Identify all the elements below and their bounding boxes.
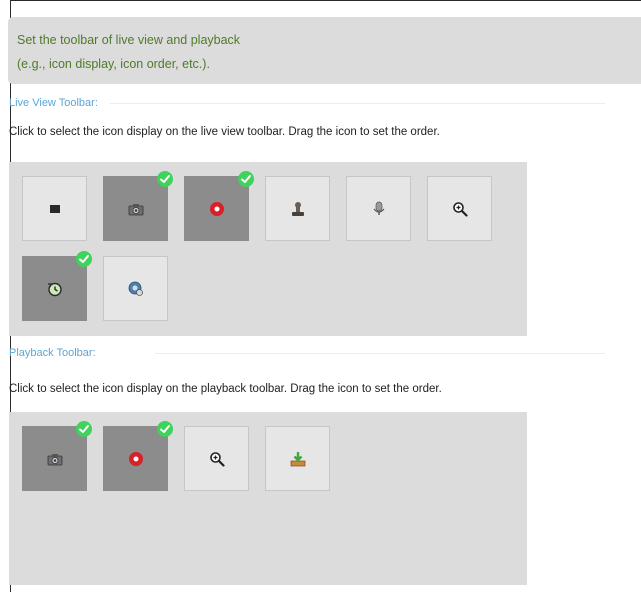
live-view-toolbar-record-button[interactable] bbox=[184, 171, 254, 241]
live-view-toolbar-stamp-button[interactable] bbox=[265, 176, 330, 241]
camera-snapshot-icon bbox=[128, 203, 143, 215]
live-view-toolbar-title: Live View Toolbar: bbox=[9, 97, 98, 109]
live-view-toolbar-microphone-button[interactable] bbox=[346, 176, 411, 241]
playback-toolbar-title: Playback Toolbar: bbox=[9, 347, 96, 359]
playback-toolbar-download-button[interactable] bbox=[265, 426, 330, 491]
hint-line-2: (e.g., icon display, icon order, etc.). bbox=[17, 57, 210, 71]
zoom-in-icon bbox=[209, 451, 225, 467]
live-view-toolbar-camera-snapshot-button[interactable] bbox=[103, 171, 173, 241]
playback-toolbar-camera-snapshot-button[interactable] bbox=[22, 421, 92, 491]
ptz-settings-icon bbox=[128, 281, 143, 296]
selected-check-icon bbox=[157, 171, 173, 187]
zoom-in-icon bbox=[452, 201, 468, 217]
selected-check-icon bbox=[238, 171, 254, 187]
playback-instruction: Click to select the icon display on the … bbox=[9, 383, 442, 395]
microphone-icon bbox=[373, 201, 384, 215]
selected-check-icon bbox=[76, 421, 92, 437]
camera-snapshot-icon bbox=[47, 453, 62, 465]
hint-box: Set the toolbar of live view and playbac… bbox=[8, 17, 641, 84]
record-icon bbox=[209, 201, 224, 216]
playback-icon-panel bbox=[9, 412, 527, 585]
live-view-toolbar-ptz-settings-button[interactable] bbox=[103, 256, 168, 321]
selected-check-icon bbox=[76, 251, 92, 267]
live-view-divider bbox=[110, 103, 605, 104]
hint-line-1: Set the toolbar of live view and playbac… bbox=[17, 33, 241, 47]
stamp-icon bbox=[291, 201, 304, 216]
live-view-toolbar-zoom-in-button[interactable] bbox=[427, 176, 492, 241]
record-icon bbox=[128, 451, 143, 466]
playback-toolbar-zoom-in-button[interactable] bbox=[184, 426, 249, 491]
live-view-icon-panel bbox=[9, 162, 527, 336]
stop-icon bbox=[49, 204, 60, 213]
playback-divider bbox=[155, 353, 605, 354]
live-view-toolbar-instant-playback-button[interactable] bbox=[22, 251, 92, 321]
download-icon bbox=[290, 451, 305, 466]
selected-check-icon bbox=[157, 421, 173, 437]
live-view-toolbar-stop-button[interactable] bbox=[22, 176, 87, 241]
instant-playback-icon bbox=[47, 282, 62, 296]
playback-toolbar-record-button[interactable] bbox=[103, 421, 173, 491]
live-view-instruction: Click to select the icon display on the … bbox=[9, 126, 440, 138]
